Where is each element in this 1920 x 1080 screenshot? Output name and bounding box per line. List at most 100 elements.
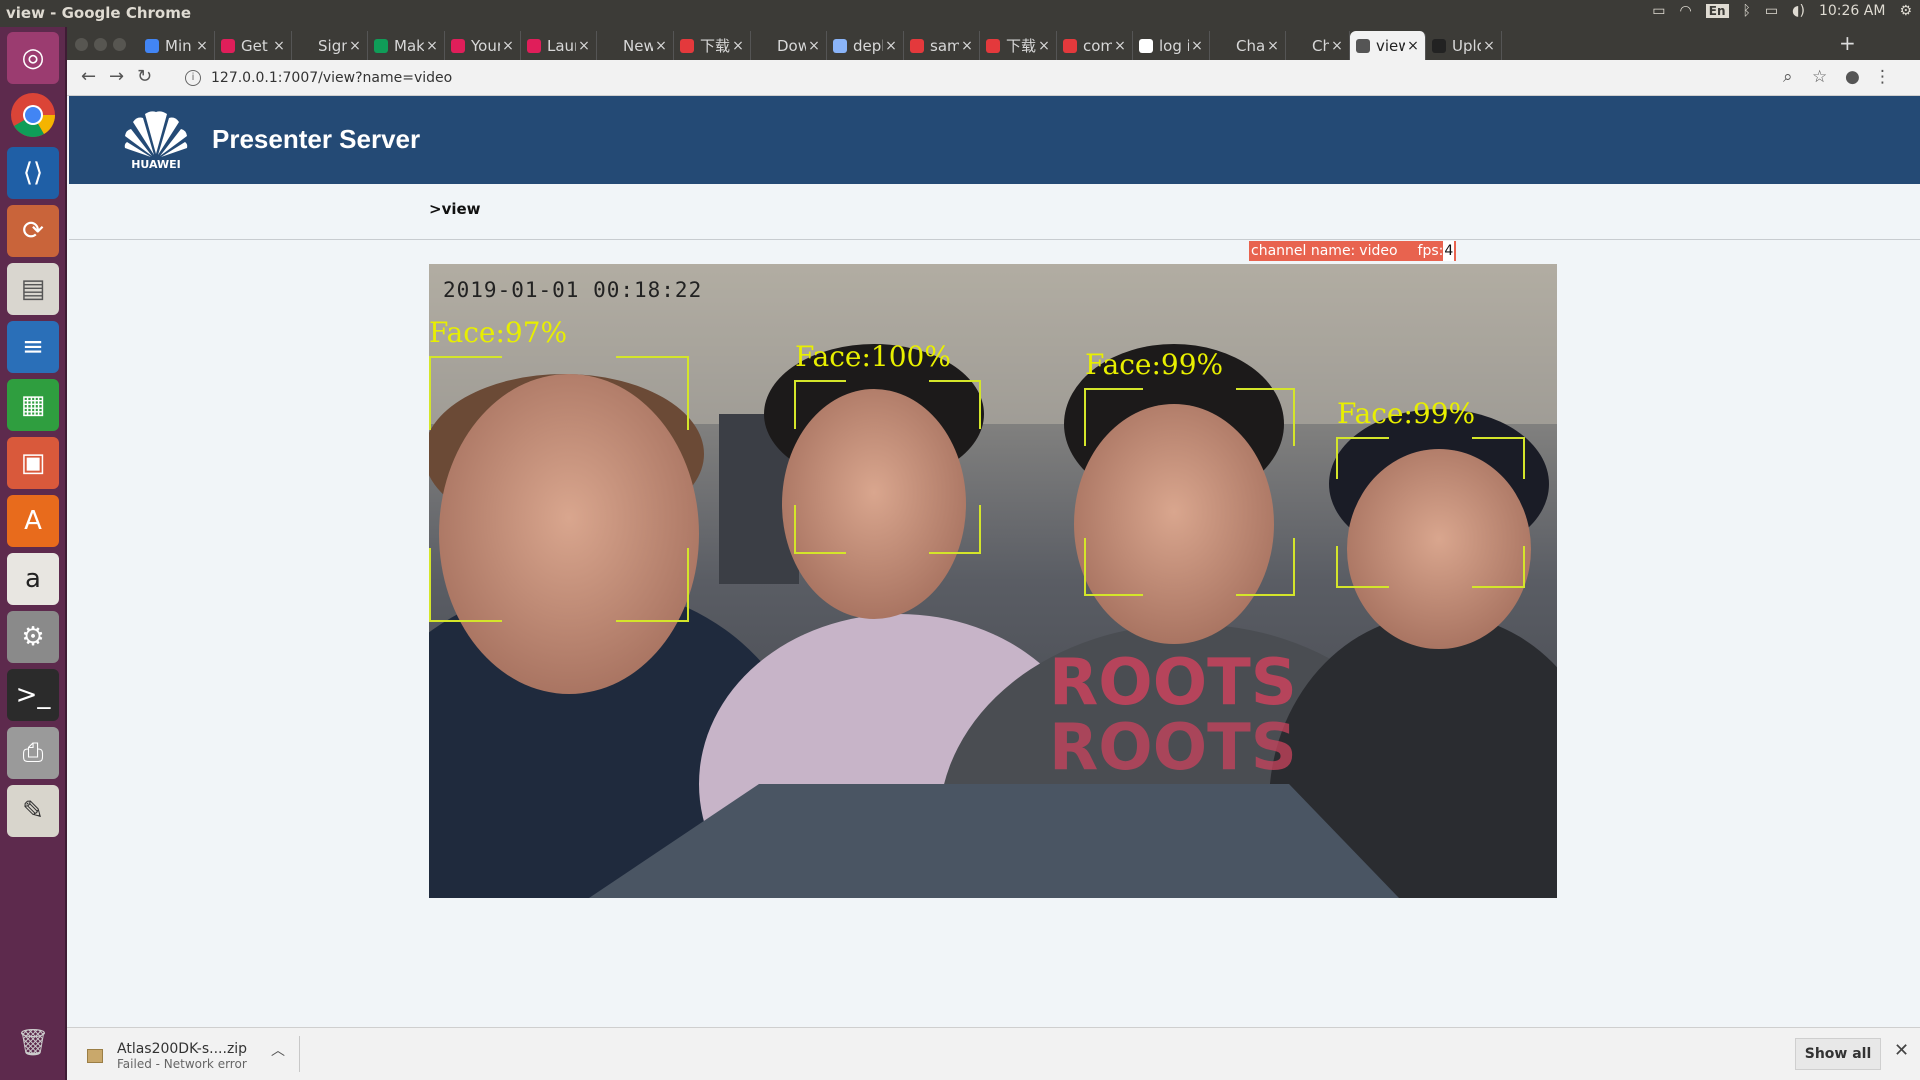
- tab-label: com: [1083, 36, 1112, 55]
- favicon-icon: [374, 38, 388, 53]
- tab-5[interactable]: Laur×: [521, 31, 597, 60]
- tab-close-icon[interactable]: ×: [653, 38, 669, 54]
- tab-9[interactable]: depl ×: [827, 31, 904, 60]
- face-box: [429, 356, 689, 622]
- tab-close-icon[interactable]: ×: [424, 38, 440, 54]
- tab-close-icon[interactable]: ×: [959, 38, 975, 54]
- logo-text: HUAWEI: [131, 158, 181, 171]
- tab-4[interactable]: Your ×: [445, 31, 521, 60]
- channel-label: channel name:: [1251, 243, 1356, 259]
- volume-icon[interactable]: ◖): [1792, 3, 1805, 19]
- favicon-icon: [221, 38, 235, 53]
- bluetooth-icon[interactable]: ᛒ: [1743, 3, 1751, 19]
- chevron-up-icon[interactable]: ︿: [271, 1040, 285, 1060]
- face-label: Face:99%: [1085, 348, 1224, 381]
- favicon-icon: [1139, 38, 1153, 53]
- favicon-icon: [527, 38, 541, 53]
- file-manager-icon[interactable]: ▤: [7, 263, 59, 315]
- software-center-icon[interactable]: A: [7, 495, 59, 547]
- url-text[interactable]: 127.0.0.1:7007/view?name=video: [211, 70, 452, 86]
- os-top-bar: view - Google Chrome ▭ ◠ En ᛒ ▭ ◖) 10:26…: [0, 0, 1920, 27]
- tab-2[interactable]: Sign×: [292, 31, 368, 60]
- tab-close-icon[interactable]: ×: [883, 38, 899, 54]
- tab-6[interactable]: New Tal×: [597, 31, 674, 60]
- tab-close-icon[interactable]: ×: [1265, 38, 1281, 54]
- system-settings-icon[interactable]: ⚙: [7, 611, 59, 663]
- tab-close-icon[interactable]: ×: [500, 38, 516, 54]
- tab-close-icon[interactable]: ×: [1189, 38, 1205, 54]
- back-icon[interactable]: ←: [81, 66, 96, 87]
- tab-17[interactable]: Uplo×: [1426, 31, 1502, 60]
- tab-close-icon[interactable]: ×: [806, 38, 822, 54]
- text-editor-icon[interactable]: ✎: [7, 785, 59, 837]
- omnibox[interactable]: i 127.0.0.1:7007/view?name=video: [185, 64, 1785, 92]
- window-title: view - Google Chrome: [6, 4, 192, 22]
- chrome-icon[interactable]: [7, 89, 59, 141]
- screen-icon[interactable]: ▭: [1652, 3, 1665, 19]
- tab-11[interactable]: 下载 ×: [980, 31, 1057, 60]
- tab-label: depl: [853, 36, 883, 55]
- tab-close-icon[interactable]: ×: [1036, 38, 1052, 54]
- keyboard-language[interactable]: En: [1705, 4, 1729, 18]
- tab-close-icon[interactable]: ×: [194, 38, 210, 54]
- forward-icon[interactable]: →: [109, 66, 124, 87]
- settings-gear-icon[interactable]: ⚙: [1899, 3, 1912, 19]
- impress-icon[interactable]: ▣: [7, 437, 59, 489]
- face-label: Face:97%: [429, 316, 568, 349]
- new-tab-button[interactable]: +: [1839, 31, 1856, 55]
- favicon-icon: [603, 38, 617, 53]
- tab-15[interactable]: Cha×: [1286, 31, 1350, 60]
- tab-close-icon[interactable]: ×: [1112, 38, 1128, 54]
- fps-value: 4: [1443, 241, 1455, 261]
- terminal-icon[interactable]: >_: [7, 669, 59, 721]
- calc-icon[interactable]: ▦: [7, 379, 59, 431]
- web-page: HUAWEI Presenter Server >view channel na…: [69, 96, 1920, 1027]
- tab-close-icon[interactable]: ×: [576, 38, 592, 54]
- site-info-icon[interactable]: i: [185, 70, 201, 86]
- tab-close-icon[interactable]: ×: [1405, 38, 1421, 54]
- close-icon[interactable]: ✕: [1894, 1040, 1909, 1061]
- show-all-button[interactable]: Show all: [1795, 1038, 1881, 1070]
- reload-icon[interactable]: ↻: [137, 66, 152, 87]
- menu-kebab-icon[interactable]: ⋮: [1874, 67, 1891, 87]
- tab-7[interactable]: 下载 ×: [674, 31, 751, 60]
- amazon-icon[interactable]: a: [7, 553, 59, 605]
- trash-icon[interactable]: 🗑: [7, 1017, 59, 1069]
- page-title: Presenter Server: [212, 124, 421, 154]
- tab-16[interactable]: view×: [1350, 31, 1426, 60]
- writer-icon[interactable]: ≡: [7, 321, 59, 373]
- tab-label: sam: [930, 36, 959, 55]
- software-updater-icon[interactable]: ⟳: [7, 205, 59, 257]
- tab-8[interactable]: Dow×: [751, 31, 827, 60]
- window-close-button[interactable]: [75, 38, 88, 51]
- printer-icon[interactable]: ⎙: [7, 727, 59, 779]
- tab-label: Your: [471, 36, 500, 55]
- window-maximize-button[interactable]: [113, 38, 126, 51]
- ubuntu-dash-icon[interactable]: ◎: [7, 32, 59, 84]
- tab-10[interactable]: sam ×: [904, 31, 980, 60]
- vscode-icon[interactable]: ⟨⟩: [7, 147, 59, 199]
- download-status: Failed - Network error: [117, 1057, 247, 1071]
- tab-close-icon[interactable]: ×: [730, 38, 746, 54]
- tab-close-icon[interactable]: ×: [347, 38, 363, 54]
- tab-12[interactable]: com ×: [1057, 31, 1133, 60]
- tab-close-icon[interactable]: ×: [1329, 38, 1345, 54]
- tab-1[interactable]: Get ×: [215, 31, 292, 60]
- tab-0[interactable]: Min ×: [139, 31, 215, 60]
- bookmark-star-icon[interactable]: ☆: [1812, 67, 1827, 87]
- profile-icon[interactable]: ●: [1845, 67, 1860, 87]
- tab-3[interactable]: Mak ×: [368, 31, 445, 60]
- clock[interactable]: 10:26 AM: [1819, 3, 1885, 19]
- zoom-icon[interactable]: ⌕: [1783, 67, 1793, 87]
- battery-icon[interactable]: ▭: [1765, 3, 1778, 19]
- tab-close-icon[interactable]: ×: [271, 38, 287, 54]
- favicon-icon: [1432, 38, 1446, 53]
- ubuntu-launcher: ◎ ⟨⟩ ⟳ ▤ ≡ ▦ ▣ A a ⚙ >_ ⎙ ✎ 🗑: [0, 27, 67, 1080]
- tab-close-icon[interactable]: ×: [1481, 38, 1497, 54]
- tab-14[interactable]: Cha ×: [1210, 31, 1286, 60]
- wifi-icon[interactable]: ◠: [1680, 3, 1692, 19]
- tab-13[interactable]: log i ×: [1133, 31, 1210, 60]
- tab-label: Sign: [318, 36, 347, 55]
- fps-label: fps:: [1417, 243, 1444, 259]
- window-minimize-button[interactable]: [94, 38, 107, 51]
